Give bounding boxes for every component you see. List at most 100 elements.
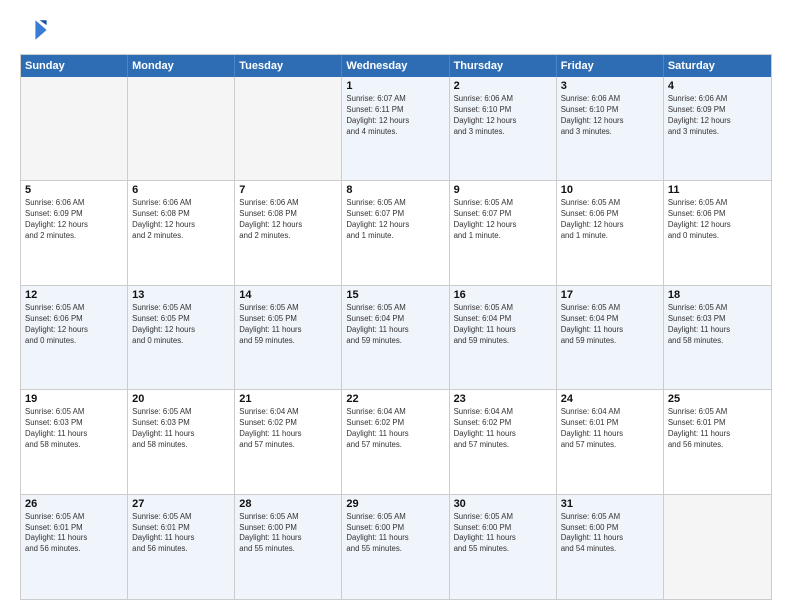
day-number: 25 [668,393,767,405]
day-number: 12 [25,289,123,301]
day-number: 26 [25,498,123,510]
calendar-cell: 10 Sunrise: 6:05 AM Sunset: 6:06 PM Dayli… [557,181,664,284]
weekday-header: Thursday [450,55,557,77]
calendar-cell: 11 Sunrise: 6:05 AM Sunset: 6:06 PM Dayli… [664,181,771,284]
day-info: Sunrise: 6:07 AM Sunset: 6:11 PM Dayligh… [346,94,444,138]
calendar-cell [664,495,771,599]
weekday-header: Friday [557,55,664,77]
calendar-cell: 15 Sunrise: 6:05 AM Sunset: 6:04 PM Dayli… [342,286,449,389]
calendar-cell: 24 Sunrise: 6:04 AM Sunset: 6:01 PM Dayli… [557,390,664,493]
day-number: 29 [346,498,444,510]
day-info: Sunrise: 6:05 AM Sunset: 6:01 PM Dayligh… [132,512,230,556]
day-info: Sunrise: 6:04 AM Sunset: 6:02 PM Dayligh… [346,407,444,451]
day-number: 24 [561,393,659,405]
calendar-row: 1 Sunrise: 6:07 AM Sunset: 6:11 PM Daylig… [21,77,771,181]
day-number: 3 [561,80,659,92]
day-info: Sunrise: 6:05 AM Sunset: 6:06 PM Dayligh… [25,303,123,347]
day-number: 14 [239,289,337,301]
calendar-cell: 31Sunrise: 6:05 AM Sunset: 6:00 PM Dayli… [557,495,664,599]
calendar-cell [21,77,128,180]
day-info: Sunrise: 6:05 AM Sunset: 6:00 PM Dayligh… [454,512,552,556]
calendar-cell: 5 Sunrise: 6:06 AM Sunset: 6:09 PM Daylig… [21,181,128,284]
calendar-cell: 27 Sunrise: 6:05 AM Sunset: 6:01 PM Dayli… [128,495,235,599]
day-info: Sunrise: 6:06 AM Sunset: 6:08 PM Dayligh… [239,198,337,242]
day-number: 5 [25,184,123,196]
weekday-header: Sunday [21,55,128,77]
day-info: Sunrise: 6:05 AM Sunset: 6:04 PM Dayligh… [561,303,659,347]
day-info: Sunrise: 6:05 AM Sunset: 6:03 PM Dayligh… [668,303,767,347]
day-number: 19 [25,393,123,405]
day-info: Sunrise: 6:05 AM Sunset: 6:05 PM Dayligh… [239,303,337,347]
day-info: Sunrise: 6:04 AM Sunset: 6:02 PM Dayligh… [239,407,337,451]
day-info: Sunrise: 6:05 AM Sunset: 6:04 PM Dayligh… [346,303,444,347]
day-info: Sunrise: 6:05 AM Sunset: 6:07 PM Dayligh… [454,198,552,242]
day-info: Sunrise: 6:05 AM Sunset: 6:00 PM Dayligh… [346,512,444,556]
calendar-cell: 19Sunrise: 6:05 AM Sunset: 6:03 PM Dayli… [21,390,128,493]
day-number: 4 [668,80,767,92]
day-number: 30 [454,498,552,510]
calendar-cell: 20 Sunrise: 6:05 AM Sunset: 6:03 PM Dayli… [128,390,235,493]
day-info: Sunrise: 6:06 AM Sunset: 6:10 PM Dayligh… [561,94,659,138]
day-info: Sunrise: 6:06 AM Sunset: 6:09 PM Dayligh… [668,94,767,138]
calendar-row: 12 Sunrise: 6:05 AM Sunset: 6:06 PM Dayli… [21,286,771,390]
calendar-cell: 4 Sunrise: 6:06 AM Sunset: 6:09 PM Daylig… [664,77,771,180]
day-info: Sunrise: 6:04 AM Sunset: 6:01 PM Dayligh… [561,407,659,451]
day-info: Sunrise: 6:06 AM Sunset: 6:08 PM Dayligh… [132,198,230,242]
weekday-header: Wednesday [342,55,449,77]
day-number: 27 [132,498,230,510]
day-info: Sunrise: 6:05 AM Sunset: 6:00 PM Dayligh… [561,512,659,556]
calendar-cell: 9 Sunrise: 6:05 AM Sunset: 6:07 PM Daylig… [450,181,557,284]
day-number: 17 [561,289,659,301]
calendar-cell: 8Sunrise: 6:05 AM Sunset: 6:07 PM Daylig… [342,181,449,284]
calendar-cell: 25 Sunrise: 6:05 AM Sunset: 6:01 PM Dayli… [664,390,771,493]
calendar-cell: 30 Sunrise: 6:05 AM Sunset: 6:00 PM Dayli… [450,495,557,599]
calendar-row: 26 Sunrise: 6:05 AM Sunset: 6:01 PM Dayli… [21,495,771,599]
calendar-cell: 3 Sunrise: 6:06 AM Sunset: 6:10 PM Daylig… [557,77,664,180]
logo-icon [20,16,48,44]
day-info: Sunrise: 6:05 AM Sunset: 6:00 PM Dayligh… [239,512,337,556]
day-info: Sunrise: 6:06 AM Sunset: 6:10 PM Dayligh… [454,94,552,138]
calendar-cell: 16 Sunrise: 6:05 AM Sunset: 6:04 PM Dayli… [450,286,557,389]
calendar-cell: 26Sunrise: 6:05 AM Sunset: 6:01 PM Dayli… [21,495,128,599]
calendar-body: 1 Sunrise: 6:07 AM Sunset: 6:11 PM Daylig… [21,77,771,599]
day-number: 22 [346,393,444,405]
day-info: Sunrise: 6:06 AM Sunset: 6:09 PM Dayligh… [25,198,123,242]
calendar-cell: 28Sunrise: 6:05 AM Sunset: 6:00 PM Dayli… [235,495,342,599]
day-info: Sunrise: 6:05 AM Sunset: 6:06 PM Dayligh… [561,198,659,242]
day-number: 11 [668,184,767,196]
day-number: 15 [346,289,444,301]
day-number: 2 [454,80,552,92]
day-number: 18 [668,289,767,301]
day-number: 20 [132,393,230,405]
calendar-cell [128,77,235,180]
calendar-cell: 12 Sunrise: 6:05 AM Sunset: 6:06 PM Dayli… [21,286,128,389]
day-number: 10 [561,184,659,196]
calendar-cell: 7Sunrise: 6:06 AM Sunset: 6:08 PM Daylig… [235,181,342,284]
day-number: 9 [454,184,552,196]
logo [20,16,50,44]
day-number: 1 [346,80,444,92]
calendar-cell: 13Sunrise: 6:05 AM Sunset: 6:05 PM Dayli… [128,286,235,389]
calendar-cell: 21 Sunrise: 6:04 AM Sunset: 6:02 PM Dayli… [235,390,342,493]
day-info: Sunrise: 6:04 AM Sunset: 6:02 PM Dayligh… [454,407,552,451]
day-info: Sunrise: 6:05 AM Sunset: 6:03 PM Dayligh… [132,407,230,451]
day-number: 16 [454,289,552,301]
calendar: SundayMondayTuesdayWednesdayThursdayFrid… [20,54,772,600]
day-number: 21 [239,393,337,405]
calendar-cell: 2 Sunrise: 6:06 AM Sunset: 6:10 PM Daylig… [450,77,557,180]
calendar-cell: 29 Sunrise: 6:05 AM Sunset: 6:00 PM Dayli… [342,495,449,599]
header [20,16,772,44]
day-number: 8 [346,184,444,196]
weekday-header: Saturday [664,55,771,77]
day-info: Sunrise: 6:05 AM Sunset: 6:01 PM Dayligh… [668,407,767,451]
calendar-cell: 6 Sunrise: 6:06 AM Sunset: 6:08 PM Daylig… [128,181,235,284]
day-info: Sunrise: 6:05 AM Sunset: 6:06 PM Dayligh… [668,198,767,242]
calendar-cell: 17 Sunrise: 6:05 AM Sunset: 6:04 PM Dayli… [557,286,664,389]
calendar-cell: 22 Sunrise: 6:04 AM Sunset: 6:02 PM Dayli… [342,390,449,493]
calendar-cell [235,77,342,180]
weekday-header: Tuesday [235,55,342,77]
day-number: 23 [454,393,552,405]
day-info: Sunrise: 6:05 AM Sunset: 6:04 PM Dayligh… [454,303,552,347]
calendar-row: 19 Sunrise: 6:05 AM Sunset: 6:03 PM Dayli… [21,390,771,494]
day-number: 6 [132,184,230,196]
